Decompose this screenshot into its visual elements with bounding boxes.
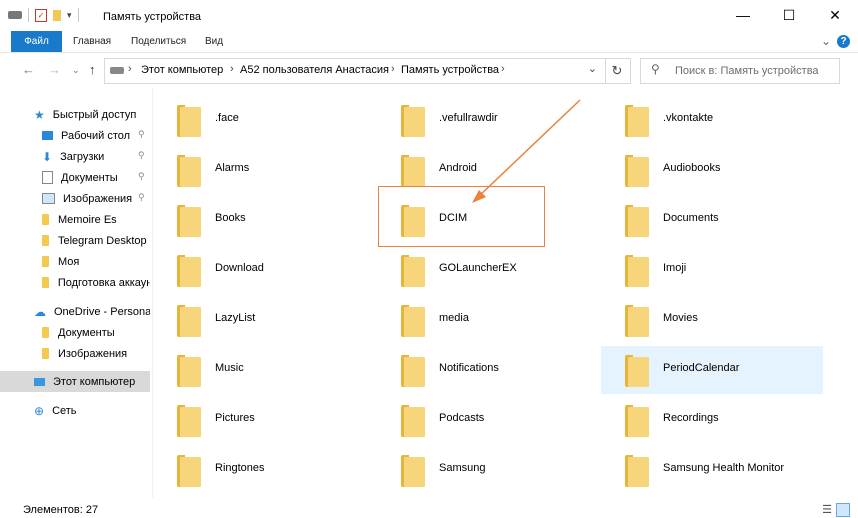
details-view-icon[interactable]: ☰ — [822, 503, 832, 517]
annotation-arrow — [472, 99, 581, 203]
status-bar: Элементов: 27 ☰ — [0, 500, 858, 518]
vertical-scrollbar[interactable] — [842, 88, 858, 498]
large-icons-view-icon[interactable] — [836, 503, 850, 517]
item-count: Элементов: 27 — [23, 504, 99, 516]
annotation-arrow-line — [476, 99, 581, 199]
